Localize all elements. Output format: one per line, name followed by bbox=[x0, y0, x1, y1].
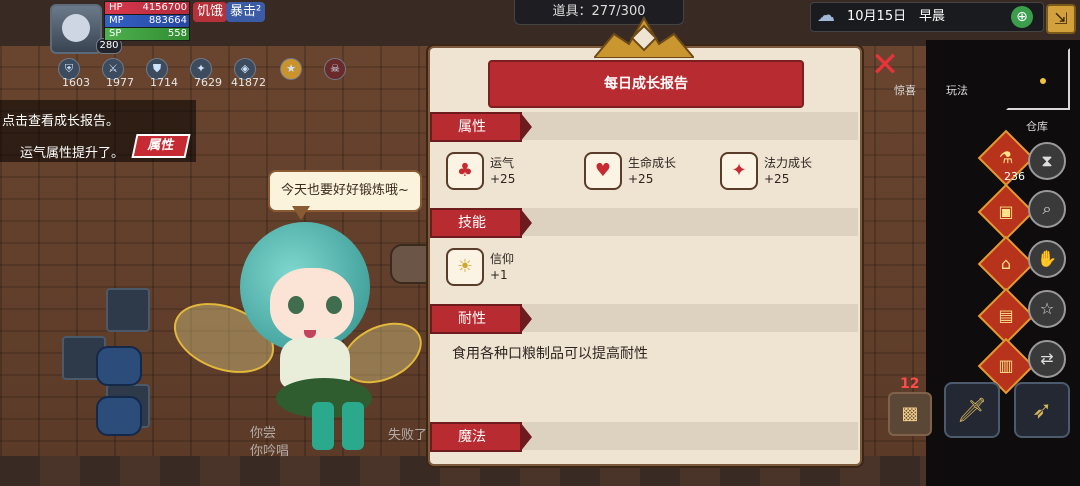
stat-attack[interactable]: ⚔ 1977 bbox=[94, 58, 134, 89]
date-bar: ☁ 10月15日 早晨 ⊕ bbox=[810, 2, 1044, 32]
clover-icon: ♣ bbox=[446, 152, 484, 190]
stat-value: 1977 bbox=[106, 76, 134, 89]
slot-numbers: 12 bbox=[900, 376, 920, 392]
backpack-button[interactable]: ▩ bbox=[888, 392, 932, 436]
report-title: 每日成长报告 bbox=[604, 76, 688, 92]
hp-value: 4156700 bbox=[142, 2, 187, 13]
minimap[interactable] bbox=[1006, 48, 1070, 110]
scroll-icon: ▤ bbox=[998, 306, 1014, 325]
message-line[interactable]: 点击查看成长报告。 bbox=[2, 110, 119, 129]
attribute-name: 生命成长 bbox=[628, 156, 677, 170]
stat-buff[interactable]: ★ bbox=[272, 58, 312, 88]
section-durability: 耐性 bbox=[430, 304, 532, 334]
stat-magic[interactable]: ✦ 7629 bbox=[182, 58, 222, 89]
backpack-icon: ▩ bbox=[901, 403, 919, 424]
player-avatar[interactable] bbox=[50, 4, 102, 54]
attribute-value: +25 bbox=[490, 172, 516, 186]
attribute-value: +25 bbox=[628, 172, 654, 186]
fairy-boot bbox=[342, 402, 364, 450]
hourglass-icon: ⧗ bbox=[1041, 151, 1053, 170]
swap-icon: ⇄ bbox=[1040, 349, 1054, 368]
time-of-day: 早晨 bbox=[919, 9, 946, 24]
report-title-banner: 每日成长报告 bbox=[488, 60, 804, 108]
section-skills: 技能 bbox=[430, 208, 532, 238]
hand-icon: ✋ bbox=[1037, 249, 1057, 268]
potion-count: 236 bbox=[1004, 170, 1025, 183]
dpad-up-button[interactable] bbox=[106, 288, 150, 332]
star-icon: ☆ bbox=[1039, 299, 1055, 318]
bow-icon: ➶ bbox=[1031, 396, 1053, 424]
search-icon: ⌕ bbox=[1042, 199, 1052, 218]
attribute-name: 运气 bbox=[490, 156, 515, 170]
star-button[interactable]: ☆ bbox=[1028, 290, 1066, 328]
skill-faith: ☀ 信仰 +1 bbox=[446, 248, 566, 292]
buff-icon: ★ bbox=[280, 58, 302, 80]
stat-spirit[interactable]: ◈ 41872 bbox=[226, 58, 266, 89]
mp-value: 883664 bbox=[148, 15, 187, 26]
attribute-life-growth: ♥ 生命成长 +25 bbox=[584, 152, 704, 196]
stat-value: 1603 bbox=[62, 76, 90, 89]
attribute-tag-button[interactable]: 属性 bbox=[131, 134, 191, 158]
attribute-mana-growth: ✦ 法力成长 +25 bbox=[720, 152, 840, 196]
attribute-name: 法力成长 bbox=[764, 156, 813, 170]
mp-label: MP bbox=[109, 15, 124, 26]
hand-button[interactable]: ✋ bbox=[1028, 240, 1066, 278]
bow-attack-button[interactable]: ➶ bbox=[1014, 382, 1070, 438]
network-globe-icon[interactable]: ⊕ bbox=[1011, 6, 1033, 28]
chest-icon: ▣ bbox=[998, 202, 1014, 221]
book-icon: ▥ bbox=[998, 356, 1014, 375]
stat-value: 7629 bbox=[194, 76, 222, 89]
hp-label: HP bbox=[109, 2, 123, 13]
chat-ghost-text: 失败了 bbox=[388, 428, 428, 443]
exit-button[interactable]: ⇲ bbox=[1046, 4, 1076, 34]
section-attributes: 属性 bbox=[430, 112, 532, 142]
mp-bar: MP 883664 bbox=[104, 14, 190, 28]
sword-icon: 🗡 bbox=[956, 396, 988, 424]
message-line: 运气属性提升了。 bbox=[20, 146, 125, 161]
minimap-player-dot bbox=[1040, 78, 1046, 84]
chat-ghost-text: 你尝 bbox=[250, 426, 277, 441]
magic-icon: ✦ bbox=[720, 152, 758, 190]
skill-name: 信仰 bbox=[490, 252, 515, 266]
play-label[interactable]: 玩法 bbox=[946, 82, 968, 98]
hp-bar: HP 4156700 bbox=[104, 1, 190, 15]
map-icon: ⌂ bbox=[1000, 254, 1012, 273]
stat-skull[interactable]: ☠ bbox=[316, 58, 356, 88]
warehouse-label[interactable]: 仓库 bbox=[1026, 118, 1048, 134]
faith-icon: ☀ bbox=[446, 248, 484, 286]
sword-attack-button[interactable]: 🗡 bbox=[944, 382, 1000, 438]
chat-ghost-text: 你吟唱 bbox=[250, 444, 290, 459]
crit-status-badge[interactable]: 暴击² bbox=[226, 2, 266, 22]
avatar-face bbox=[62, 14, 90, 42]
speech-tail bbox=[292, 206, 310, 220]
hungry-status-badge[interactable]: 饥饿 bbox=[193, 2, 228, 22]
close-button[interactable]: ✕ bbox=[870, 48, 900, 82]
stat-defense[interactable]: ⛨ 1603 bbox=[50, 58, 90, 89]
fairy-eye bbox=[288, 296, 304, 314]
sp-label: SP bbox=[109, 28, 122, 39]
stat-value: 1714 bbox=[150, 76, 178, 89]
search-button[interactable]: ⌕ bbox=[1028, 190, 1066, 228]
skull-icon: ☠ bbox=[324, 58, 346, 80]
pot bbox=[96, 346, 142, 386]
fairy-eye bbox=[326, 296, 342, 314]
sp-bar: SP 558 bbox=[104, 27, 190, 41]
fairy-boot bbox=[312, 402, 334, 450]
attribute-value: +25 bbox=[764, 172, 790, 186]
hourglass-button[interactable]: ⧗ bbox=[1028, 142, 1066, 180]
heart-icon: ♥ bbox=[584, 152, 622, 190]
report-crown-ornament bbox=[594, 15, 694, 58]
date-text: 10月15日 bbox=[847, 9, 907, 24]
weather-cloud-icon: ☁ bbox=[817, 5, 835, 26]
pot bbox=[96, 396, 142, 436]
section-magic: 魔法 bbox=[430, 422, 532, 452]
sp-value: 558 bbox=[167, 28, 187, 39]
swap-button[interactable]: ⇄ bbox=[1028, 340, 1066, 378]
durability-hint: 食用各种口粮制品可以提高耐性 bbox=[452, 346, 648, 362]
stat-value: 41872 bbox=[231, 76, 266, 89]
skill-value: +1 bbox=[490, 268, 508, 282]
stat-armor[interactable]: ⛊ 1714 bbox=[138, 58, 178, 89]
attribute-luck: ♣ 运气 +25 bbox=[446, 152, 566, 196]
